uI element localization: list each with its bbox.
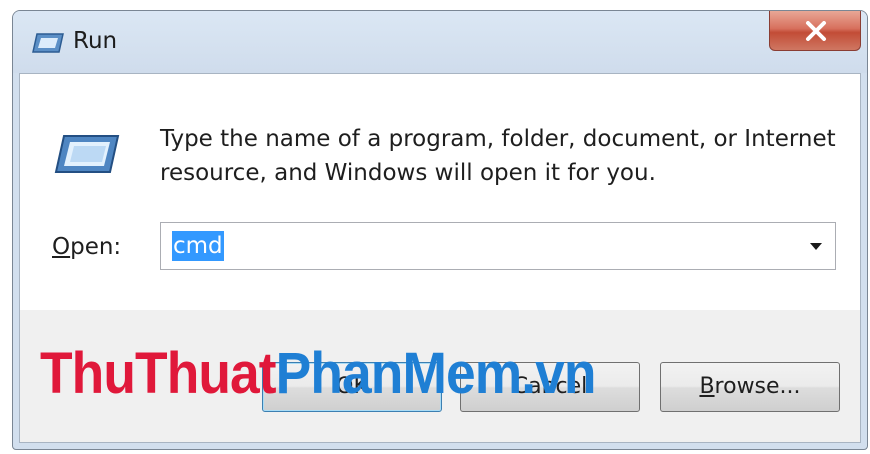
- browse-button[interactable]: Browse...: [660, 362, 840, 412]
- browse-text: rowse...: [714, 374, 801, 399]
- instruction-line-1: Type the name of a program, folder, docu…: [160, 126, 836, 152]
- watermark-part-2: PhanMem: [275, 341, 523, 406]
- open-input-value[interactable]: cmd: [172, 231, 224, 261]
- run-dialog-icon: [32, 33, 64, 53]
- instruction-line-2: resource, and Windows will open it for y…: [160, 160, 656, 186]
- close-button[interactable]: [769, 11, 861, 51]
- instruction-text: Type the name of a program, folder, docu…: [160, 122, 840, 190]
- close-icon: [806, 21, 826, 41]
- watermark-part-3: .vn: [521, 341, 596, 406]
- open-label: Open:: [52, 234, 121, 260]
- browse-accelerator: B: [699, 374, 715, 399]
- watermark-logo: ThuThuatPhanMem.vn: [40, 341, 597, 407]
- open-combobox[interactable]: cmd: [160, 222, 836, 270]
- open-label-accelerator: O: [52, 234, 71, 260]
- watermark-part-1: ThuThuat: [40, 341, 277, 406]
- chevron-down-icon[interactable]: [803, 233, 829, 259]
- window-title: Run: [73, 28, 118, 54]
- title-bar[interactable]: Run: [13, 11, 867, 73]
- run-program-icon: [54, 135, 120, 173]
- content-area: Type the name of a program, folder, docu…: [20, 74, 860, 310]
- open-label-text: pen:: [70, 234, 122, 260]
